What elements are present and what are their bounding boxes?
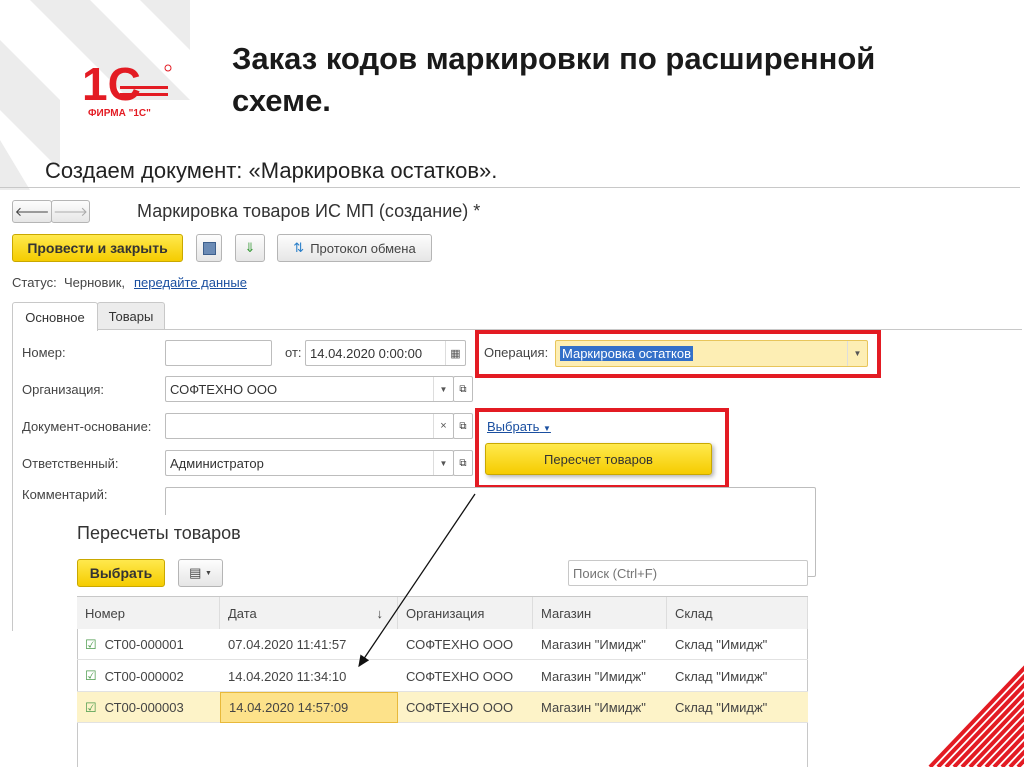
org-select[interactable]: СОФТЕХНО ООО ▼	[165, 376, 454, 402]
comment-label: Комментарий:	[22, 487, 108, 502]
tab-goods[interactable]: Товары	[97, 302, 165, 330]
window-title: Маркировка товаров ИС МП (создание) *	[137, 201, 481, 221]
cell-org: СОФТЕХНО ООО	[406, 668, 514, 684]
slide-title: Заказ кодов маркировки по расширенной сх…	[232, 41, 876, 118]
chevron-down-icon: ▼	[543, 424, 551, 433]
window-top-border	[0, 187, 1020, 188]
date-input[interactable]: 14.04.2020 0:00:00 ▦	[305, 340, 466, 366]
list-more-button[interactable]: ▤ ▼	[178, 559, 223, 587]
open-icon: ⧉	[459, 420, 467, 432]
logo-1c: 1С ФИРМА "1С"	[80, 58, 175, 122]
select-link[interactable]: Выбрать ▼	[487, 419, 551, 434]
exchange-log-button[interactable]: ⇅ Протокол обмена	[277, 234, 432, 262]
number-label: Номер:	[22, 345, 66, 360]
floppy-disk-icon	[202, 241, 216, 255]
open-icon: ⧉	[459, 457, 467, 469]
report-button[interactable]: ⇓	[235, 234, 265, 262]
number-input[interactable]	[165, 340, 272, 366]
sort-desc-icon: ↓	[376, 605, 384, 621]
list-select-button[interactable]: Выбрать	[77, 559, 165, 587]
cell-warehouse: Склад "Имидж"	[675, 700, 768, 715]
cell-number: ☑ СТ00-000001	[85, 636, 184, 653]
column-header-org[interactable]: Организация	[398, 597, 533, 629]
clear-icon[interactable]: ×	[433, 414, 453, 438]
svg-text:ФИРМА "1С": ФИРМА "1С"	[88, 108, 151, 119]
date-from-label: от:	[285, 345, 302, 360]
menu-item-goods-recount[interactable]: Пересчет товаров	[485, 443, 712, 475]
back-button[interactable]: 🡐	[12, 200, 52, 223]
cell-shop: Магазин "Имидж"	[541, 700, 646, 715]
cell-number: ☑ СТ00-000002	[85, 668, 184, 684]
search-input[interactable]	[568, 560, 808, 586]
cell-warehouse: Склад "Имидж"	[675, 668, 768, 684]
post-and-close-button[interactable]: Провести и закрыть	[12, 234, 183, 262]
cell-date: 14.04.2020 11:34:10	[228, 668, 347, 684]
org-label: Организация:	[22, 382, 105, 397]
decor-stripe	[936, 673, 1024, 767]
chevron-down-icon[interactable]: ▼	[847, 341, 867, 366]
forward-button[interactable]: 🡒	[51, 200, 90, 223]
report-icon: ▤	[189, 565, 202, 580]
document-arrow-icon: ⇓	[244, 240, 256, 255]
send-data-link[interactable]: передайте данные	[134, 275, 247, 290]
column-header-warehouse[interactable]: Склад	[667, 597, 808, 629]
cell-warehouse: Склад "Имидж"	[675, 637, 768, 652]
open-responsible-button[interactable]: ⧉	[453, 450, 473, 476]
responsible-select[interactable]: Администратор ▼	[165, 450, 454, 476]
cell-shop: Магазин "Имидж"	[541, 637, 646, 652]
tab-main[interactable]: Основное	[12, 302, 98, 331]
status-value: Черновик,	[64, 275, 126, 290]
chevron-down-icon: ▼	[204, 569, 212, 577]
operation-select[interactable]: Маркировка остатков ▼	[555, 340, 868, 367]
arrow-left-icon: 🡐	[14, 203, 50, 219]
column-header-date[interactable]: Дата ↓	[220, 597, 398, 629]
cell-org: СОФТЕХНО ООО	[406, 700, 514, 715]
posted-document-icon: ☑	[85, 636, 97, 652]
operation-label: Операция:	[484, 345, 549, 360]
open-org-button[interactable]: ⧉	[453, 376, 473, 402]
chevron-down-icon[interactable]: ▼	[433, 451, 453, 475]
column-header-number[interactable]: Номер	[77, 597, 220, 629]
status-label: Статус:	[12, 275, 57, 290]
posted-document-icon: ☑	[85, 699, 97, 715]
exchange-icon: ⇅	[293, 240, 305, 255]
open-icon: ⧉	[459, 383, 467, 395]
cell-date: 14.04.2020 14:57:09	[220, 692, 398, 723]
arrow-right-icon: 🡒	[53, 203, 88, 219]
posted-document-icon: ☑	[85, 668, 97, 683]
column-header-shop[interactable]: Магазин	[533, 597, 667, 629]
list-title: Пересчеты товаров	[77, 523, 241, 543]
responsible-label: Ответственный:	[22, 456, 119, 471]
chevron-down-icon[interactable]: ▼	[433, 377, 453, 401]
open-base-doc-button[interactable]: ⧉	[453, 413, 473, 439]
calendar-icon[interactable]: ▦	[445, 341, 465, 365]
svg-text:1С: 1С	[82, 60, 141, 110]
save-button[interactable]	[196, 234, 222, 262]
slide-subtitle: Создаем документ: «Маркировка остатков».	[45, 158, 498, 183]
base-doc-label: Документ-основание:	[22, 419, 152, 434]
cell-shop: Магазин "Имидж"	[541, 668, 646, 684]
base-doc-input[interactable]: ×	[165, 413, 454, 439]
cell-number: ☑ СТ00-000003	[85, 699, 184, 716]
cell-org: СОФТЕХНО ООО	[406, 637, 514, 652]
cell-date: 07.04.2020 11:41:57	[228, 637, 347, 652]
